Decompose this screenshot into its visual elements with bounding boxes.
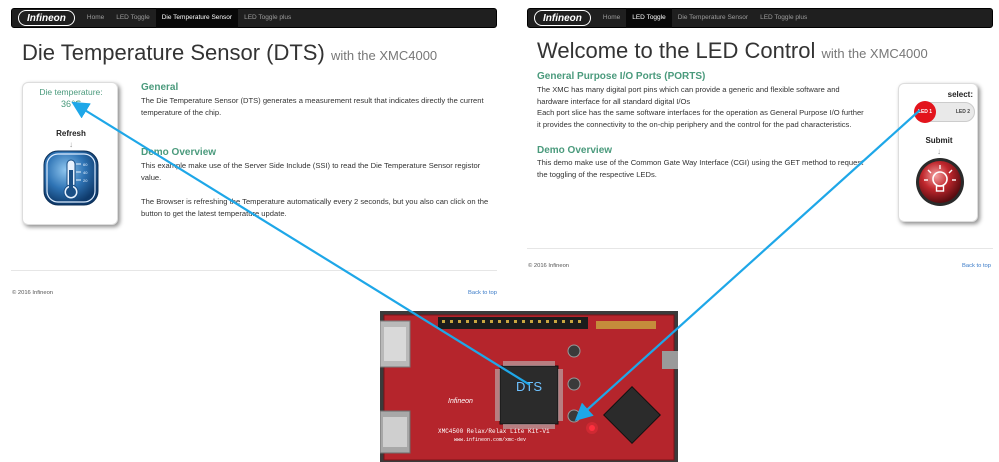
select-label: select: xyxy=(947,90,973,99)
nav-die-temperature-sensor[interactable]: Die Temperature Sensor xyxy=(155,8,239,28)
temperature-value: 36℃ xyxy=(60,99,82,109)
infineon-logo[interactable]: Infineon xyxy=(534,10,591,26)
left-divider xyxy=(11,270,497,271)
board-silk-line-1: XMC4500 Relax/Relax Lite Kit-V1 xyxy=(438,428,550,435)
led1-option[interactable]: LED 1 xyxy=(914,101,936,123)
board-brand: Infineon xyxy=(448,398,473,405)
board-silk-line-2: www.infineon.com/xmc-dev xyxy=(454,437,526,443)
section-demo-text-2: The Browser is refreshing the Temperatur… xyxy=(141,197,489,218)
thermo-scale-40: 40 xyxy=(83,170,88,175)
infineon-logo[interactable]: Infineon xyxy=(18,10,75,26)
right-back-to-top[interactable]: Back to top xyxy=(962,263,991,269)
xmc4500-chip xyxy=(499,365,559,425)
section-demo-text-1: This example make use of the Server Side… xyxy=(141,161,481,182)
right-navbar: Infineon Home LED Toggle Die Temperature… xyxy=(527,8,993,28)
section-ports-text-2: Each port slice has the same software in… xyxy=(537,108,864,129)
button-1 xyxy=(567,344,581,358)
button-2 xyxy=(567,377,581,391)
xmc4500-board-photo: DTS Infineon XMC4500 Relax/Relax Lite Ki… xyxy=(380,311,678,462)
submit-label: Submit xyxy=(925,136,953,145)
left-back-to-top[interactable]: Back to top xyxy=(468,290,497,296)
refresh-label: Refresh xyxy=(56,129,86,138)
led2-option[interactable]: LED 2 xyxy=(956,103,970,121)
lightbulb-icon xyxy=(916,158,964,206)
thermo-scale-60: 60 xyxy=(83,162,88,167)
thermometer-icon: 60 40 20 xyxy=(43,150,99,206)
usb-connector xyxy=(662,351,678,369)
page-title-sub: with the XMC4000 xyxy=(821,46,928,61)
led-toggle-switch[interactable]: LED 1 LED 2 xyxy=(914,101,975,123)
section-ports-text-1: The XMC has many digital port pins which… xyxy=(537,85,840,106)
submit-button[interactable] xyxy=(915,157,965,207)
section-general-text: The Die Temperature Sensor (DTS) generat… xyxy=(141,96,484,117)
section-demo-title: Demo Overview xyxy=(537,145,613,156)
right-pin-header xyxy=(596,321,656,329)
nav-led-toggle-plus[interactable]: LED Toggle plus xyxy=(238,8,297,28)
section-ports-title: General Purpose I/O Ports (PORTS) xyxy=(537,71,706,82)
nav-home[interactable]: Home xyxy=(81,8,110,28)
temperature-card: Die temperature: 36℃ Refresh ↓ 60 40 20 xyxy=(22,82,118,225)
right-divider xyxy=(527,248,993,249)
button-3 xyxy=(567,409,581,423)
right-footer-copyright: © 2016 Infineon xyxy=(528,263,570,269)
temperature-label: Die temperature: xyxy=(39,87,103,97)
refresh-button[interactable]: 60 40 20 xyxy=(43,150,99,206)
section-general-title: General xyxy=(141,82,179,93)
nav-led-toggle[interactable]: LED Toggle xyxy=(626,8,672,28)
page-title: Welcome to the LED Control with the XMC4… xyxy=(537,38,928,64)
page-title-main: Die Temperature Sensor (DTS) xyxy=(22,40,325,65)
page-title-sub: with the XMC4000 xyxy=(330,48,438,63)
arrow-down-icon: ↓ xyxy=(937,147,941,156)
thermo-scale-20: 20 xyxy=(83,178,88,183)
nav-home[interactable]: Home xyxy=(597,8,626,28)
nav-led-toggle-plus[interactable]: LED Toggle plus xyxy=(754,8,813,28)
section-demo-text: This demo make use of the Common Gate Wa… xyxy=(537,158,864,179)
nav-die-temperature-sensor[interactable]: Die Temperature Sensor xyxy=(672,8,754,28)
led-control-card: select: LED 1 LED 2 Submit ↓ xyxy=(898,83,978,222)
left-navbar: Infineon Home LED Toggle Die Temperature… xyxy=(11,8,497,28)
section-demo-title: Demo Overview xyxy=(141,147,217,158)
nav-led-toggle[interactable]: LED Toggle xyxy=(110,8,156,28)
arrow-down-icon: ↓ xyxy=(69,140,73,149)
left-footer-copyright: © 2016 Infineon xyxy=(12,290,54,296)
page-title: Die Temperature Sensor (DTS) with the XM… xyxy=(22,40,437,66)
page-title-main: Welcome to the LED Control xyxy=(537,38,816,63)
dts-label: DTS xyxy=(516,379,542,394)
